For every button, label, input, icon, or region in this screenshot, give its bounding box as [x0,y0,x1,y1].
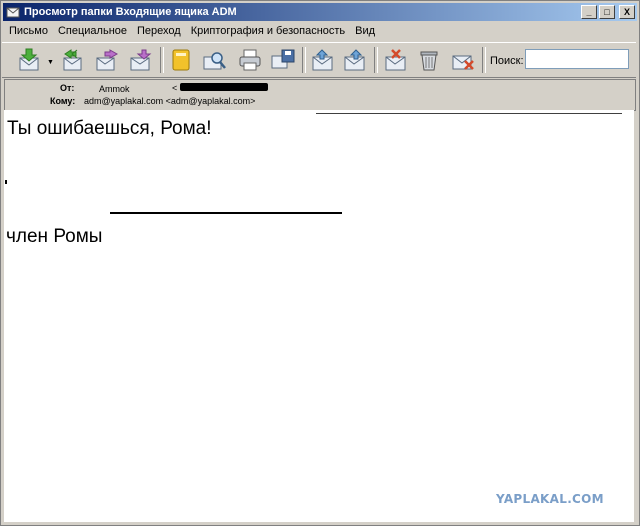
title-bar[interactable]: Просмотр папки Входящие ящика ADM _ □ X [3,3,637,21]
get-mail-button[interactable] [16,47,42,73]
from-email-bracket: < [172,83,178,93]
window-controls: _ □ X [581,5,635,19]
get-mail-icon [19,48,39,71]
toolbar-separator [160,47,164,73]
get-mail-dropdown-icon[interactable]: ▼ [47,59,54,66]
message-line-1: Ты ошибаешься, Рома! [7,118,212,139]
message-body [4,110,634,522]
next-message-button[interactable] [342,47,368,73]
menu-item-view[interactable]: Вид [355,25,375,37]
print-icon [239,49,261,71]
toolbar-separator [374,47,378,73]
drawn-underline [110,212,342,214]
stray-mark [5,180,7,184]
reply-all-icon [63,49,82,71]
to-label: Кому: [50,96,76,106]
site-watermark: YAPLAKAL.COM [496,492,604,506]
forward-button[interactable] [94,47,120,73]
menu-bar: Письмо Специальное Переход Криптография … [4,22,380,40]
menu-item-crypto[interactable]: Криптография и безопасность [191,25,345,37]
new-message-button[interactable] [128,47,154,73]
find-button[interactable] [202,47,228,73]
redacted-email [180,83,268,91]
menu-item-letter[interactable]: Письмо [9,25,48,37]
address-book-icon [172,49,190,71]
junk-icon [385,49,406,71]
from-name: Ammok [99,84,130,94]
mail-app-icon [6,7,20,18]
find-icon [203,52,226,70]
save-icon [271,49,295,69]
minimize-button[interactable]: _ [581,5,597,19]
delete-icon [452,55,474,70]
window-title: Просмотр папки Входящие ящика ADM [24,6,237,18]
from-label: От: [60,83,75,93]
trash-button[interactable] [416,47,442,73]
address-book-button[interactable] [168,47,194,73]
close-button[interactable]: X [619,5,635,19]
delete-button[interactable] [450,47,476,73]
menu-item-special[interactable]: Специальное [58,25,127,37]
junk-button[interactable] [383,47,409,73]
next-message-icon [344,49,365,71]
new-message-icon [130,49,152,71]
message-line-2: член Ромы [6,226,103,247]
print-button[interactable] [237,47,263,73]
search-input[interactable] [525,49,629,69]
maximize-button[interactable]: □ [599,5,615,19]
to-value: adm@yaplakal.com <adm@yaplakal.com> [84,96,256,106]
reply-all-button[interactable] [59,47,85,73]
save-button[interactable] [270,47,296,73]
search-label: Поиск: [490,55,524,67]
forward-icon [96,49,119,71]
toolbar-separator [302,47,306,73]
previous-message-button[interactable] [310,47,336,73]
menu-item-go[interactable]: Переход [137,25,181,37]
previous-message-icon [312,49,333,71]
divider-line [316,113,622,114]
trash-icon [420,51,438,71]
toolbar-separator [482,47,486,73]
